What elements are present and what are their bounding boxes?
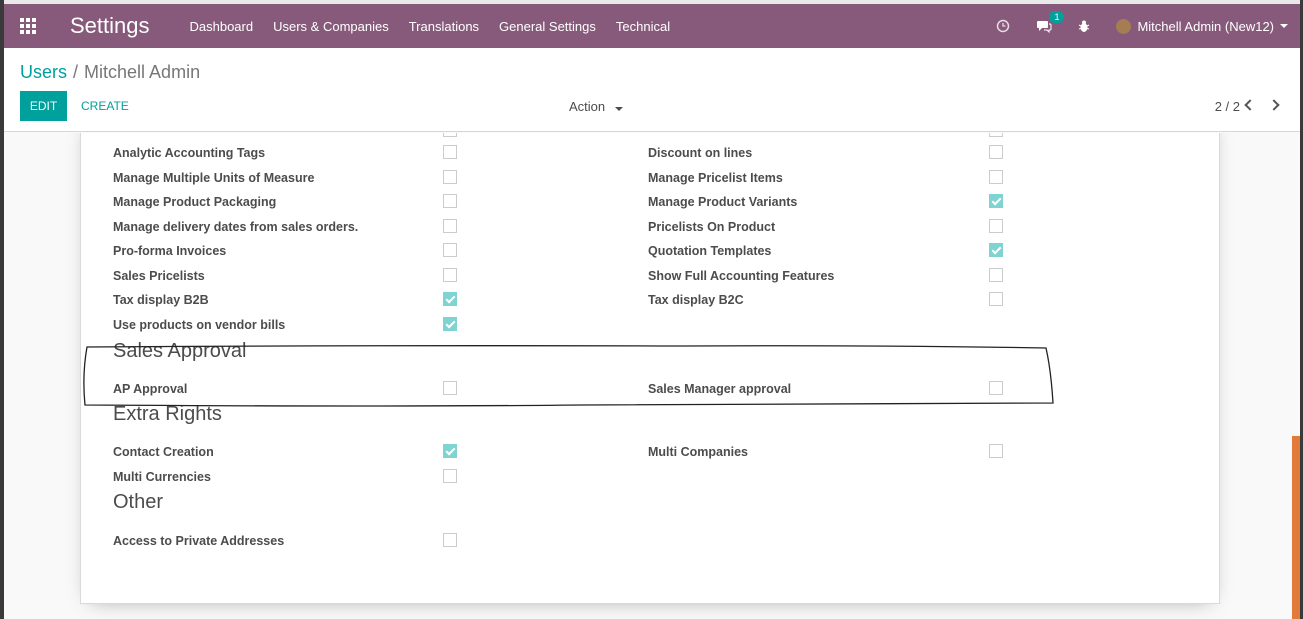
debug-bug-icon[interactable] xyxy=(1078,20,1090,33)
apps-menu-button[interactable] xyxy=(4,4,52,48)
chevron-left-icon xyxy=(1244,99,1256,111)
apps-grid-icon xyxy=(20,18,36,34)
checkbox[interactable] xyxy=(989,219,1003,233)
checkbox[interactable] xyxy=(443,145,457,159)
breadcrumb-users-link[interactable]: Users xyxy=(20,62,67,82)
setting-label: Sales Manager approval xyxy=(648,382,792,396)
menu-dashboard[interactable]: Dashboard xyxy=(190,19,254,34)
chevron-right-icon xyxy=(1268,99,1280,111)
setting-label: Access to Private Addresses xyxy=(113,534,285,548)
section-title-other: Other xyxy=(113,491,164,513)
checkbox[interactable] xyxy=(443,533,457,547)
pager-value[interactable]: 2 / 2 xyxy=(1215,99,1240,114)
setting-label: Tax display B2B xyxy=(113,293,209,307)
setting-label: Show Full Accounting Features xyxy=(648,269,835,283)
pager-previous-button[interactable] xyxy=(1242,96,1256,114)
form-view: Analytic Accounting Tags Manage Multiple… xyxy=(4,133,1300,619)
chevron-down-icon xyxy=(614,107,623,111)
user-name: Mitchell Admin (New12) xyxy=(1137,18,1274,34)
setting-label: Sales Pricelists xyxy=(113,269,205,283)
setting-label: Multi Companies xyxy=(648,445,749,459)
checkbox[interactable] xyxy=(443,268,457,282)
setting-label: Analytic Accounting Tags xyxy=(113,146,266,160)
menu-technical[interactable]: Technical xyxy=(616,19,670,34)
checkbox[interactable] xyxy=(989,243,1003,257)
menu-translations[interactable]: Translations xyxy=(409,19,479,34)
messages-badge: 1 xyxy=(1049,11,1065,23)
setting-label: Pricelists On Product xyxy=(648,220,776,234)
checkbox[interactable] xyxy=(443,219,457,233)
messages-chat-icon[interactable]: 1 xyxy=(1036,11,1065,33)
setting-label: Pro-forma Invoices xyxy=(113,244,227,258)
checkbox[interactable] xyxy=(443,194,457,208)
breadcrumb-separator: / xyxy=(73,62,79,82)
control-panel: Users / Mitchell Admin EDIT CREATE Action … xyxy=(4,48,1300,132)
checkbox[interactable] xyxy=(443,243,457,257)
breadcrumb: Users / Mitchell Admin xyxy=(20,62,200,83)
checkbox[interactable] xyxy=(989,268,1003,282)
setting-label: AP Approval xyxy=(113,382,188,396)
checkbox[interactable] xyxy=(443,292,457,306)
user-menu[interactable]: Mitchell Admin (New12) xyxy=(1116,18,1288,34)
setting-label: Quotation Templates xyxy=(648,244,772,258)
checkbox[interactable] xyxy=(443,133,457,137)
checkbox[interactable] xyxy=(443,170,457,184)
checkbox[interactable] xyxy=(989,145,1003,159)
activity-clock-icon[interactable] xyxy=(996,19,1010,33)
checkbox[interactable] xyxy=(443,469,457,483)
vertical-scrollbar[interactable] xyxy=(1292,436,1300,619)
setting-label: Contact Creation xyxy=(113,445,214,459)
form-sheet: Analytic Accounting Tags Manage Multiple… xyxy=(80,133,1220,604)
edit-button[interactable]: EDIT xyxy=(20,91,67,121)
setting-label: Manage delivery dates from sales orders. xyxy=(113,220,359,234)
breadcrumb-current: Mitchell Admin xyxy=(84,62,201,82)
action-dropdown[interactable]: Action xyxy=(569,99,623,114)
menu-general-settings[interactable]: General Settings xyxy=(499,19,596,34)
setting-label: Discount on lines xyxy=(648,146,753,160)
action-label: Action xyxy=(569,99,606,114)
setting-label: Manage Product Variants xyxy=(648,195,798,209)
checkbox[interactable] xyxy=(443,381,457,395)
checkbox[interactable] xyxy=(989,444,1003,458)
section-title-sales-approval: Sales Approval xyxy=(113,340,247,362)
app-title: Settings xyxy=(70,13,150,38)
section-title-extra-rights: Extra Rights xyxy=(113,403,222,425)
checkbox[interactable] xyxy=(989,381,1003,395)
create-button[interactable]: CREATE xyxy=(81,99,129,113)
pager-next-button[interactable] xyxy=(1268,96,1284,114)
checkbox[interactable] xyxy=(989,194,1003,208)
setting-label: Manage Multiple Units of Measure xyxy=(113,171,315,185)
chevron-down-icon xyxy=(1280,24,1288,28)
checkbox[interactable] xyxy=(989,170,1003,184)
setting-label: Multi Currencies xyxy=(113,470,211,484)
menu-users-companies[interactable]: Users & Companies xyxy=(273,19,389,34)
navbar-systray: 1 Mitchell Admin (New12) xyxy=(996,11,1300,34)
checkbox[interactable] xyxy=(989,292,1003,306)
setting-label: Tax display B2C xyxy=(648,293,744,307)
setting-label: Use products on vendor bills xyxy=(113,318,286,332)
setting-label: Manage Product Packaging xyxy=(113,195,277,209)
user-avatar xyxy=(1116,18,1132,34)
setting-label: Manage Pricelist Items xyxy=(648,171,783,185)
checkbox[interactable] xyxy=(443,317,457,331)
checkbox[interactable] xyxy=(989,133,1003,137)
main-navbar: Settings Dashboard Users & Companies Tra… xyxy=(4,4,1300,48)
checkbox[interactable] xyxy=(443,444,457,458)
